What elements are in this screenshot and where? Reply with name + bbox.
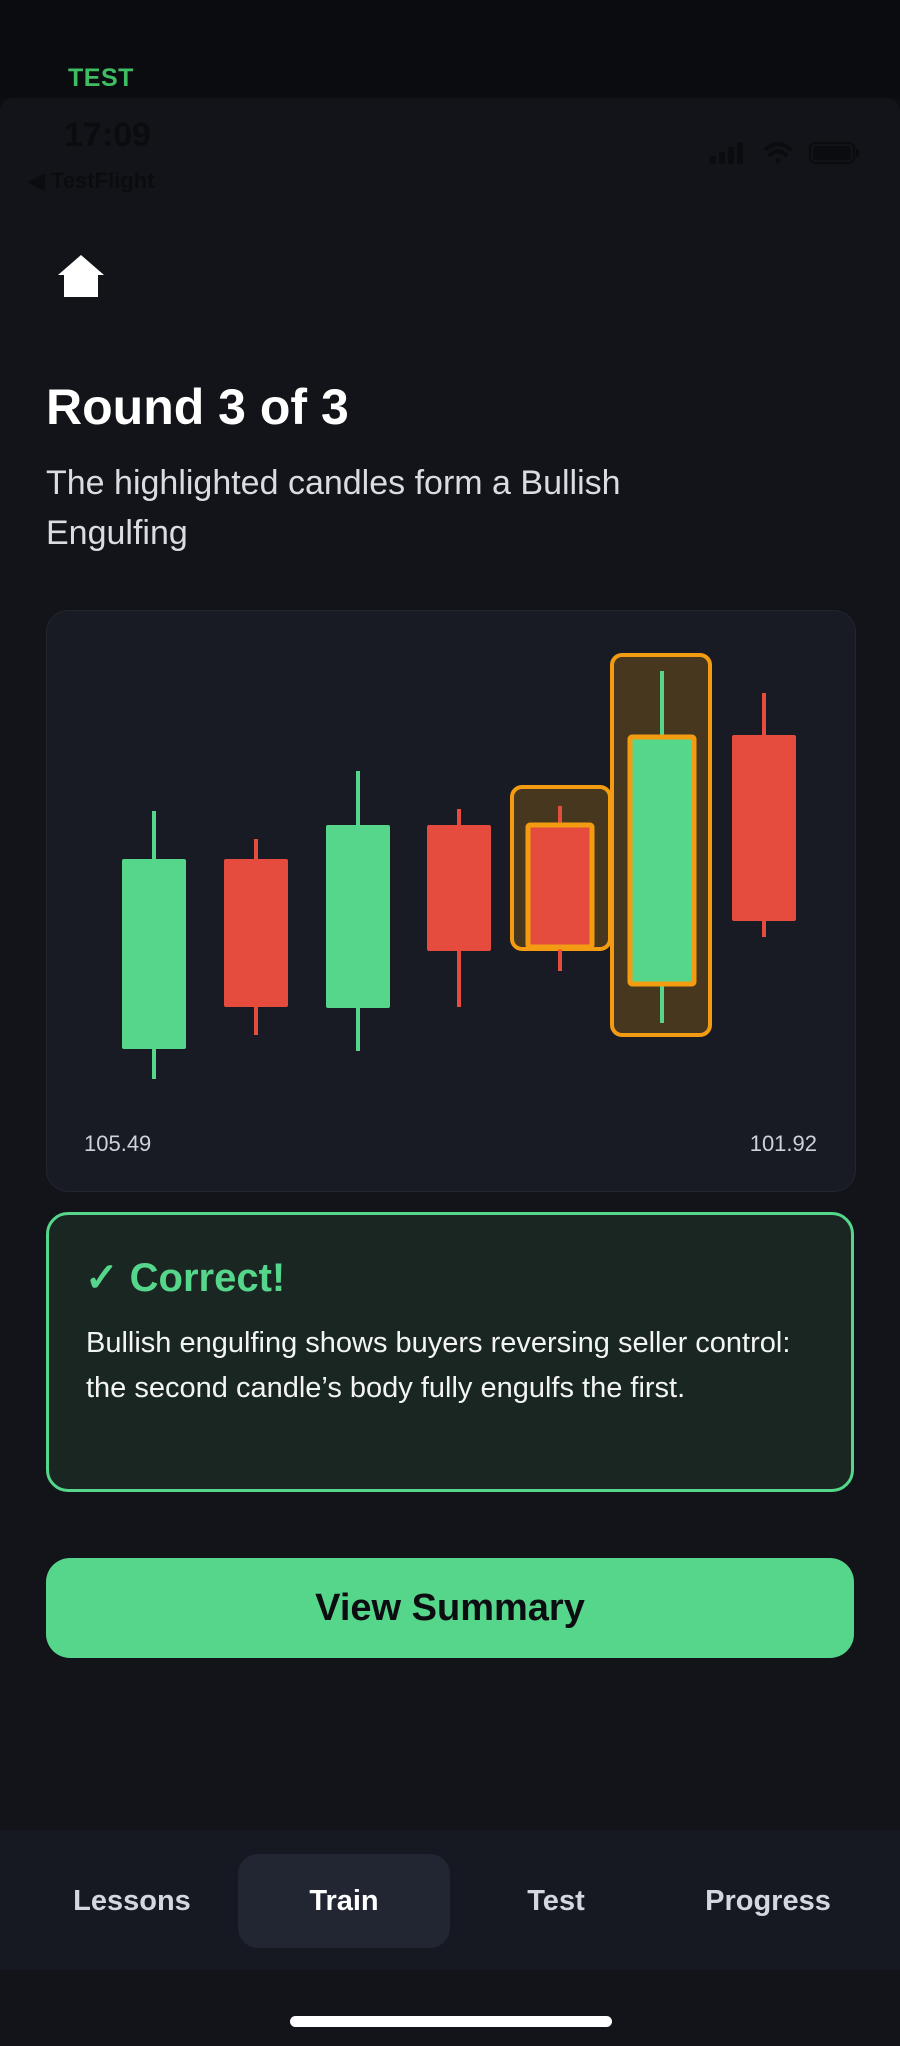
tab-lessons[interactable]: Lessons <box>26 1854 238 1948</box>
candlestick-plot <box>122 653 796 1079</box>
test-tag: TEST <box>68 64 134 92</box>
bullish-candle <box>326 825 390 1008</box>
bearish-candle <box>224 859 288 1007</box>
bearish-candle <box>732 735 796 921</box>
feedback-title: ✓ Correct! <box>85 1256 286 1300</box>
status-icons <box>710 141 859 165</box>
feedback-text: Bullish engulfing shows buyers reversing… <box>86 1327 791 1404</box>
home-icon <box>58 255 104 297</box>
bullish-candle <box>122 859 186 1049</box>
bearish-candle <box>525 822 595 950</box>
tab-train[interactable]: Train <box>238 1854 450 1948</box>
battery-icon <box>808 141 859 165</box>
tab-test[interactable]: Test <box>450 1854 662 1948</box>
home-indicator <box>290 2016 612 2027</box>
bearish-candle <box>427 825 491 951</box>
home-button[interactable] <box>46 244 116 308</box>
view-summary-button[interactable]: View Summary <box>46 1558 854 1658</box>
status-time: 17:09 <box>64 116 151 154</box>
feedback-card: ✓ Correct! Bullish engulfing shows buyer… <box>46 1212 854 1492</box>
testflight-strip: TEST <box>0 0 900 98</box>
question-prompt: The highlighted candles form a Bullish E… <box>46 464 621 552</box>
tab-bar: Lessons Train Test Progress <box>0 1830 900 1970</box>
price-right-label: 101.92 <box>749 1131 817 1156</box>
round-title: Round 3 of 3 <box>46 379 349 435</box>
wifi-icon <box>764 142 792 164</box>
tab-progress[interactable]: Progress <box>662 1854 874 1948</box>
testflight-back-link[interactable]: ◀ TestFlight <box>28 168 155 194</box>
bullish-candle <box>627 734 697 987</box>
price-left-label: 105.49 <box>84 1131 152 1156</box>
candlestick-chart: 105.49 101.92 <box>46 610 856 1192</box>
signal-icon <box>710 142 743 164</box>
